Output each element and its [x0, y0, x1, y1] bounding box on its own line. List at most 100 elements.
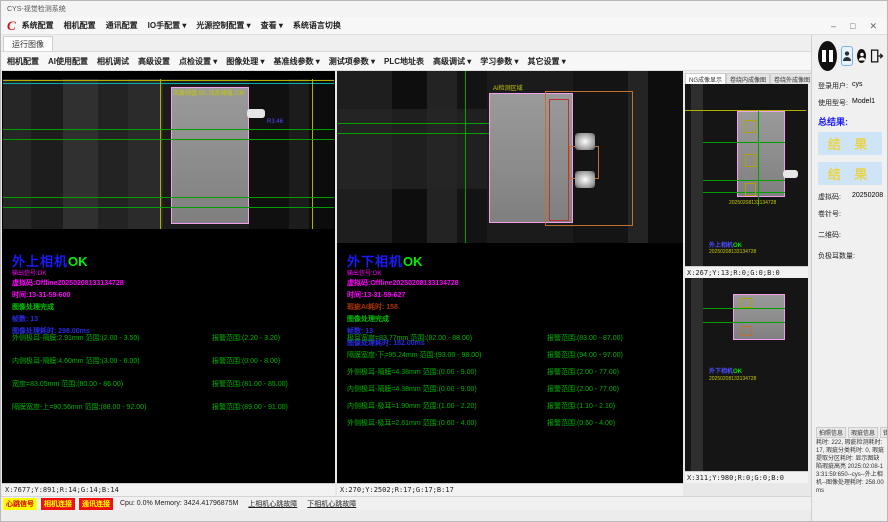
app-window: CYS-视觉检测系统 C 系统配置 相机配置 通讯配置 IO手配置 ▾ 光源控制…	[0, 0, 888, 522]
lower-small-view[interactable]: 外下相机OK 20250208133134728	[685, 278, 808, 471]
pause-icon	[822, 50, 826, 62]
right-view-tabs: NG成像显示 卷绕内成像图 卷绕外成像图	[685, 71, 808, 84]
cpu-memory-label: Cpu: 0.0% Memory: 3424.41796875M	[120, 500, 238, 507]
roi-box	[745, 154, 756, 167]
code-overlay: 20250208133134728	[729, 200, 776, 206]
tool-advanced-settings[interactable]: 高级设置	[138, 56, 170, 67]
measure-line	[703, 180, 785, 181]
mid-camera-panel[interactable]: AI检测区域 外下相机OK 输出信号:OK 虚拟码:Offline2025020…	[337, 71, 683, 496]
camera-name-label: 外下相机	[347, 254, 403, 269]
roi-box	[741, 298, 752, 308]
measurement-value: 宽度=83.05mm 范围:(80.00 - 86.00)	[12, 379, 212, 402]
tool-test-params[interactable]: 测试项参数 ▾	[329, 56, 375, 67]
exit-button[interactable]	[870, 48, 884, 64]
left-camera-panel[interactable]: R3.46 灰度阈值:93, 动态阈值:100 外上相机OK 输出信号	[2, 71, 335, 496]
qr-code-row: 二维码:	[818, 230, 884, 240]
app-logo-icon: C	[7, 18, 16, 34]
left-camera-image[interactable]: R3.46 灰度阈值:93, 动态阈值:100	[3, 79, 334, 229]
main-content: R3.46 灰度阈值:93, 动态阈值:100 外上相机OK 输出信号	[1, 71, 811, 496]
measurement-row: 内侧极耳-隔膜=4.38mm 范围:(0.00 - 9.00) 报警范围:(2.…	[347, 384, 623, 401]
menu-view[interactable]: 查看 ▾	[261, 20, 283, 31]
measure-line	[703, 308, 785, 309]
login-user-value: cys	[852, 81, 863, 91]
title-bar: CYS-视觉检测系统	[1, 1, 887, 17]
menu-language-switch[interactable]: 系统语言切换	[293, 20, 341, 31]
status-bar: 心跳信号 相机连接 通讯连接 Cpu: 0.0% Memory: 3424.41…	[1, 496, 811, 510]
measurement-value: 极耳宽度=83.77mm 范围:(82.00 - 88.00)	[347, 333, 547, 350]
tool-camera-config[interactable]: 相机配置	[7, 56, 39, 67]
menu-camera-config[interactable]: 相机配置	[64, 20, 96, 31]
tab-outer-image[interactable]: 卷绕外成像图	[770, 73, 814, 84]
measurement-row: 内侧极耳-隔膜:4.60mm 范围:(3.00 - 6.00) 报警范围:(0.…	[12, 356, 288, 379]
minimize-icon[interactable]: –	[831, 21, 836, 31]
upper-small-view[interactable]: 20250208133134728 外上相机OK 202502081331347…	[685, 84, 808, 266]
tool-learning-params[interactable]: 学习参数 ▾	[480, 56, 518, 67]
processing-done-label: 图像处理完成	[12, 302, 124, 314]
tool-ai-config[interactable]: AI使用配置	[48, 56, 88, 67]
time-label: 时间:13-31-59-600	[12, 290, 124, 302]
tab-photo-info[interactable]: 拍照信息	[816, 427, 846, 438]
user-icon	[842, 50, 852, 62]
window-controls: – □ ✕	[831, 21, 883, 31]
ai-time-label: 瑕疵AI耗时: 158	[347, 302, 459, 314]
tab-run-image[interactable]: 运行图像	[3, 36, 53, 51]
tab-ng-image[interactable]: NG成像显示	[685, 73, 726, 84]
measure-line	[3, 139, 334, 140]
lower-camera-fault-link[interactable]: 下相机心跳故障	[307, 499, 356, 509]
toolbar: 相机配置 AI使用配置 相机调试 高级设置 点检设置 ▾ 图像处理 ▾ 基准线参…	[1, 52, 811, 71]
maximize-icon[interactable]: □	[850, 21, 855, 31]
right-view-column: NG成像显示 卷绕内成像图 卷绕外成像图	[685, 71, 808, 496]
mid-coord-status: X:270;Y:2502;R:17;G:17;B:17	[337, 483, 683, 496]
result-box-lower: 结 果	[818, 162, 882, 185]
output-signal-label: 输出信号:OK	[347, 271, 459, 278]
close-icon[interactable]: ✕	[869, 21, 877, 31]
comm-connect-badge: 通讯连接	[79, 498, 113, 510]
threshold-overlay-text: 灰度阈值:93, 动态阈值:100	[173, 88, 244, 97]
measurement-row: 内侧极耳-极耳=1.90mm 范围:(1.00 - 2.20) 报警范围:(1.…	[347, 401, 623, 418]
tab-count-label: 负极耳数量:	[818, 251, 855, 261]
upper-camera-fault-link[interactable]: 上相机心跳故障	[248, 499, 297, 509]
tool-baseline-params[interactable]: 基准线参数 ▾	[274, 56, 320, 67]
tab-inner-image[interactable]: 卷绕内成像图	[726, 73, 770, 84]
menu-comm-config[interactable]: 通讯配置	[106, 20, 138, 31]
roi-box	[745, 183, 756, 196]
tool-advanced-debug[interactable]: 高级调试 ▾	[433, 56, 471, 67]
alarm-range: 报警范围:(2.00 - 77.00)	[547, 384, 619, 401]
camera-name-label: 外上相机	[12, 254, 68, 269]
menu-light-config[interactable]: 光源控制配置 ▾	[196, 20, 250, 31]
person-icon	[858, 52, 866, 61]
tab-defect-info[interactable]: 瑕疵信息	[848, 427, 878, 438]
alarm-range: 报警范围:(2.20 - 3.20)	[212, 333, 280, 356]
cyan-guide-line	[3, 83, 334, 84]
measurement-row: 宽度=83.05mm 范围:(80.00 - 86.00) 报警范围:(81.0…	[12, 379, 288, 402]
tool-plc-address[interactable]: PLC地址表	[384, 56, 424, 67]
mid-camera-image[interactable]: AI检测区域	[337, 71, 683, 243]
left-camera-info: 外上相机OK 输出信号:OK 虚拟码:Offline20250208133134…	[12, 251, 124, 338]
menu-system-config[interactable]: 系统配置	[22, 20, 54, 31]
tab-error-info[interactable]: 错误信息	[880, 427, 888, 438]
virtual-code-label: 虚拟码:	[818, 192, 852, 202]
virtual-code-row: 虚拟码: 20250208	[818, 192, 884, 202]
control-buttons	[818, 41, 884, 71]
heartbeat-badge: 心跳信号	[3, 498, 37, 510]
measurement-row: 外侧极耳-极耳=2.61mm 范围:(0.60 - 4.00) 报警范围:(0.…	[347, 418, 623, 435]
pause-button[interactable]	[818, 41, 837, 71]
tool-image-processing[interactable]: 图像处理 ▾	[226, 56, 264, 67]
tool-spotcheck-settings[interactable]: 点检设置 ▾	[179, 56, 217, 67]
exit-door-icon	[870, 49, 884, 63]
small-view-result-label: OK	[733, 369, 742, 375]
machine-column	[691, 84, 703, 266]
machine-column	[691, 278, 703, 471]
measurement-row: 外侧极耳-隔膜=4.38mm 范围:(0.00 - 9.00) 报警范围:(2.…	[347, 367, 623, 384]
virtual-code-label: 虚拟码:Offline20250208133134728	[347, 278, 459, 290]
menu-io-config[interactable]: IO手配置 ▾	[148, 20, 187, 31]
small-view-camera-label: 外下相机	[709, 369, 733, 375]
user-circle-button[interactable]	[857, 49, 866, 63]
marker-label: R3.46	[267, 119, 283, 125]
tab-highlight	[575, 171, 595, 188]
measurement-value: 隔膜宽度-上=90.56mm 范围:(88.00 - 92.00)	[12, 402, 212, 425]
login-user-row: 登录用户: cys	[818, 81, 884, 91]
login-button[interactable]	[841, 46, 853, 66]
tool-other-settings[interactable]: 其它设置 ▾	[528, 56, 566, 67]
tool-camera-debug[interactable]: 相机调试	[97, 56, 129, 67]
